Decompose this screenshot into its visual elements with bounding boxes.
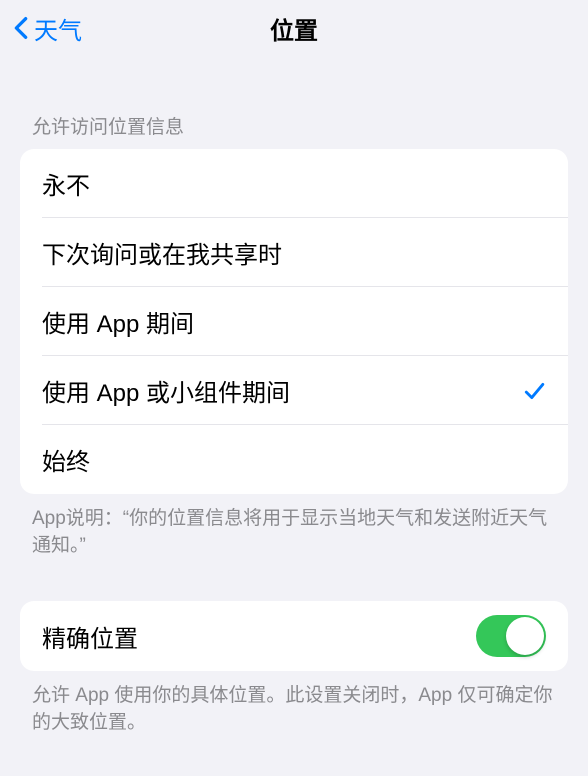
precise-location-label: 精确位置 [42,619,138,654]
option-while-using-app[interactable]: 使用 App 期间 [20,287,568,356]
precise-location-toggle[interactable] [476,615,546,657]
section-header-location-access: 允许访问位置信息 [0,56,588,149]
toggle-knob [506,617,544,655]
option-ask-next-time[interactable]: 下次询问或在我共享时 [20,218,568,287]
option-label: 永不 [42,166,90,201]
option-while-using-app-or-widgets[interactable]: 使用 App 或小组件期间 [20,356,568,425]
back-label: 天气 [34,11,82,46]
precise-location-group: 精确位置 [20,601,568,671]
option-label: 使用 App 或小组件期间 [42,373,290,408]
chevron-left-icon [12,14,30,42]
precise-location-row[interactable]: 精确位置 [20,601,568,671]
back-button[interactable]: 天气 [8,7,86,50]
option-label: 下次询问或在我共享时 [42,235,282,270]
nav-bar: 天气 位置 [0,0,588,56]
location-access-options: 永不 下次询问或在我共享时 使用 App 期间 使用 App 或小组件期间 始终 [20,149,568,494]
spacer [0,559,588,601]
section-footer-app-explanation: App说明：“你的位置信息将用于显示当地天气和发送附近天气通知。” [0,494,588,559]
option-always[interactable]: 始终 [20,425,568,494]
checkmark-icon [522,379,546,403]
page-title: 位置 [270,11,318,46]
option-label: 使用 App 期间 [42,304,194,339]
section-footer-precise-location: 允许 App 使用你的具体位置。此设置关闭时，App 仅可确定你的大致位置。 [0,671,588,736]
option-label: 始终 [42,442,90,477]
option-never[interactable]: 永不 [20,149,568,218]
